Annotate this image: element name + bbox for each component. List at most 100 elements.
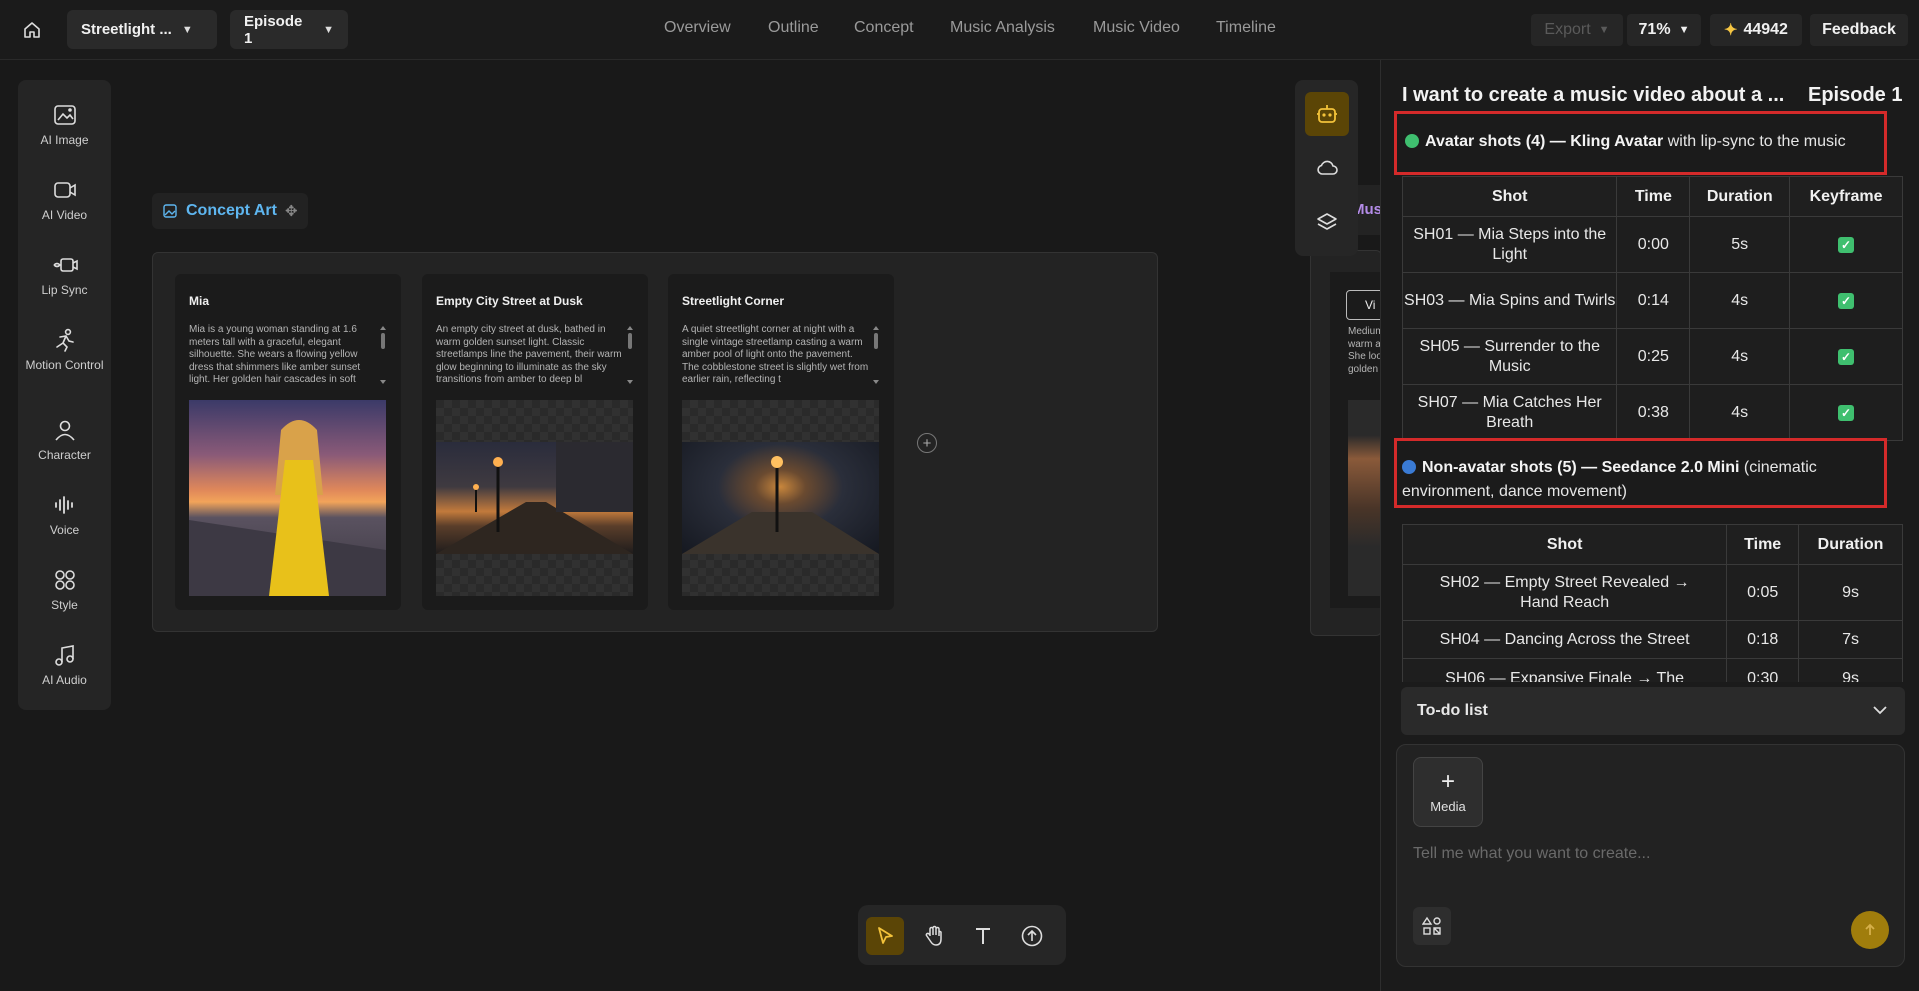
scene-image[interactable] — [436, 442, 633, 554]
episode-dropdown[interactable]: Episode 1 ▼ — [230, 10, 348, 49]
zoom-dropdown[interactable]: 71% ▼ — [1627, 14, 1701, 46]
scene-image[interactable] — [682, 442, 879, 554]
feedback-label: Feedback — [1822, 21, 1896, 38]
nav-concept[interactable]: Concept — [854, 19, 914, 37]
table-row: SH03 — Mia Spins and Twirls 0:14 4s ✓ — [1401, 272, 1903, 329]
table-header: Duration — [1689, 176, 1791, 217]
hand-icon — [925, 925, 942, 946]
table-header: Time — [1616, 176, 1691, 217]
todo-list-toggle[interactable]: To-do list — [1401, 687, 1905, 735]
scrollbar[interactable] — [380, 326, 386, 384]
sidebar-item-ai-audio[interactable]: AI Audio — [18, 620, 111, 690]
table-row: SH06 — Expansive Finale → The 0:30 9s — [1402, 658, 1903, 682]
scrollbar[interactable] — [627, 326, 633, 384]
keyframe-cell: ✓ — [1789, 384, 1903, 441]
time-cell: 0:14 — [1616, 272, 1691, 329]
nonavatar-table-scroll[interactable]: Shot Time Duration SH02 — Empty Street R… — [1402, 524, 1903, 682]
chat-input[interactable]: Tell me what you want to create... — [1413, 845, 1650, 863]
sidebar-item-lip-sync[interactable]: Lip Sync — [18, 230, 111, 300]
chat-input-box: + Media Tell me what you want to create.… — [1396, 744, 1905, 967]
sidebar-item-style[interactable]: Style — [18, 545, 111, 615]
zoom-label: 71% — [1638, 21, 1671, 38]
export-button[interactable]: Export ▼ — [1531, 14, 1623, 46]
card-title: Mia — [189, 294, 210, 308]
sidebar-item-label: AI Image — [40, 133, 89, 147]
concept-art-chip[interactable]: Concept Art ✥ — [152, 193, 308, 229]
vertical-toolbar — [1295, 80, 1358, 256]
arrow-up-icon — [1865, 923, 1875, 935]
nonavatar-shots-callout: Non-avatar shots (5) — Seedance 2.0 Mini… — [1402, 456, 1877, 504]
character-image[interactable] — [189, 400, 386, 596]
duration-cell: 4s — [1689, 384, 1791, 441]
send-button[interactable] — [1851, 911, 1889, 949]
select-tool[interactable] — [866, 917, 904, 955]
character-icon — [54, 420, 75, 441]
card-title: Streetlight Corner — [682, 294, 785, 308]
app-window: Streetlight ... ▼ Episode 1 ▼ Overview O… — [0, 0, 1919, 991]
shapes-icon — [1422, 916, 1441, 935]
chevron-down-icon: ▼ — [181, 23, 193, 36]
hand-tool[interactable] — [915, 917, 953, 955]
chat-episode: Episode 1 — [1808, 84, 1903, 106]
feedback-button[interactable]: Feedback — [1810, 14, 1908, 46]
move-icon[interactable]: ✥ — [285, 202, 298, 220]
card-description: Mia is a young woman standing at 1.6 met… — [189, 324, 361, 385]
templates-button[interactable] — [1413, 907, 1451, 945]
table-header: Time — [1726, 524, 1800, 565]
table-header: Keyframe — [1789, 176, 1903, 217]
credits-badge[interactable]: ✦ 44942 — [1710, 14, 1802, 46]
sidebar-item-voice[interactable]: Voice — [18, 470, 111, 540]
duration-cell: 9s — [1798, 658, 1903, 682]
cloud-button[interactable] — [1305, 146, 1349, 190]
shot-cell: SH06 — Expansive Finale → The — [1402, 658, 1728, 682]
avatar-shots-table: Shot Time Duration Keyframe SH01 — Mia S… — [1401, 176, 1903, 441]
sidebar-item-label: AI Audio — [42, 673, 87, 687]
left-sidebar: AI Image AI Video Lip Sync Motion Contro… — [18, 80, 111, 710]
sidebar-item-ai-video[interactable]: AI Video — [18, 155, 111, 225]
nav-music-video[interactable]: Music Video — [1093, 19, 1180, 37]
concept-art-label: Concept Art — [186, 202, 277, 219]
time-cell: 0:05 — [1726, 564, 1800, 621]
agent-button[interactable] — [1305, 92, 1349, 136]
sidebar-item-label: Lip Sync — [41, 283, 88, 297]
nav-timeline[interactable]: Timeline — [1216, 19, 1276, 37]
sidebar-item-label: Character — [38, 448, 91, 462]
concept-card-empty-street[interactable]: Empty City Street at Dusk An empty city … — [422, 274, 648, 610]
layers-button[interactable] — [1305, 200, 1349, 244]
home-button[interactable] — [18, 16, 46, 44]
home-icon — [24, 22, 40, 38]
checkbox-icon: ✓ — [1838, 404, 1855, 421]
sidebar-item-label: Voice — [49, 523, 80, 537]
concept-card-mia[interactable]: Mia Mia is a young woman standing at 1.6… — [175, 274, 401, 610]
sidebar-item-ai-image[interactable]: AI Image — [18, 80, 111, 150]
cloud-icon — [1317, 160, 1338, 175]
concept-card-streetlight-corner[interactable]: Streetlight Corner A quiet streetlight c… — [668, 274, 894, 610]
upload-icon — [1021, 925, 1043, 947]
sidebar-item-character[interactable]: Character — [18, 395, 111, 465]
nav-music-analysis[interactable]: Music Analysis — [950, 19, 1055, 37]
style-icon — [54, 570, 75, 590]
credits-value: 44942 — [1743, 21, 1788, 38]
checkbox-icon: ✓ — [1838, 348, 1855, 365]
text-tool[interactable] — [964, 917, 1002, 955]
nav-outline[interactable]: Outline — [768, 19, 819, 37]
card-title: Empty City Street at Dusk — [436, 294, 583, 308]
add-card-button[interactable]: + — [917, 433, 937, 453]
project-dropdown[interactable]: Streetlight ... ▼ — [67, 10, 217, 49]
checkbox-icon: ✓ — [1838, 236, 1855, 253]
sidebar-item-motion-control[interactable]: Motion Control — [18, 305, 111, 375]
nonavatar-shots-label: Non-avatar shots (5) — Seedance 2.0 Mini — [1422, 459, 1740, 476]
shot-cell: SH07 — Mia Catches Her Breath — [1401, 384, 1618, 441]
scrollbar[interactable] — [873, 326, 879, 384]
duration-cell: 4s — [1689, 272, 1791, 329]
upload-tool[interactable] — [1013, 917, 1051, 955]
avatar-shots-callout: Avatar shots (4) — Kling Avatar with lip… — [1405, 130, 1885, 154]
media-button[interactable]: + Media — [1413, 757, 1483, 827]
project-dropdown-label: Streetlight ... — [81, 21, 172, 38]
top-bar: Streetlight ... ▼ Episode 1 ▼ Overview O… — [0, 0, 1919, 60]
music-card-peek[interactable]: Vi Medium warm a She loo golden — [1330, 272, 1396, 608]
duration-cell: 7s — [1798, 620, 1903, 659]
nav-overview[interactable]: Overview — [664, 19, 731, 37]
shot-cell: SH03 — Mia Spins and Twirls — [1401, 272, 1618, 329]
card-description: Medium warm a She loo golden — [1348, 326, 1382, 375]
